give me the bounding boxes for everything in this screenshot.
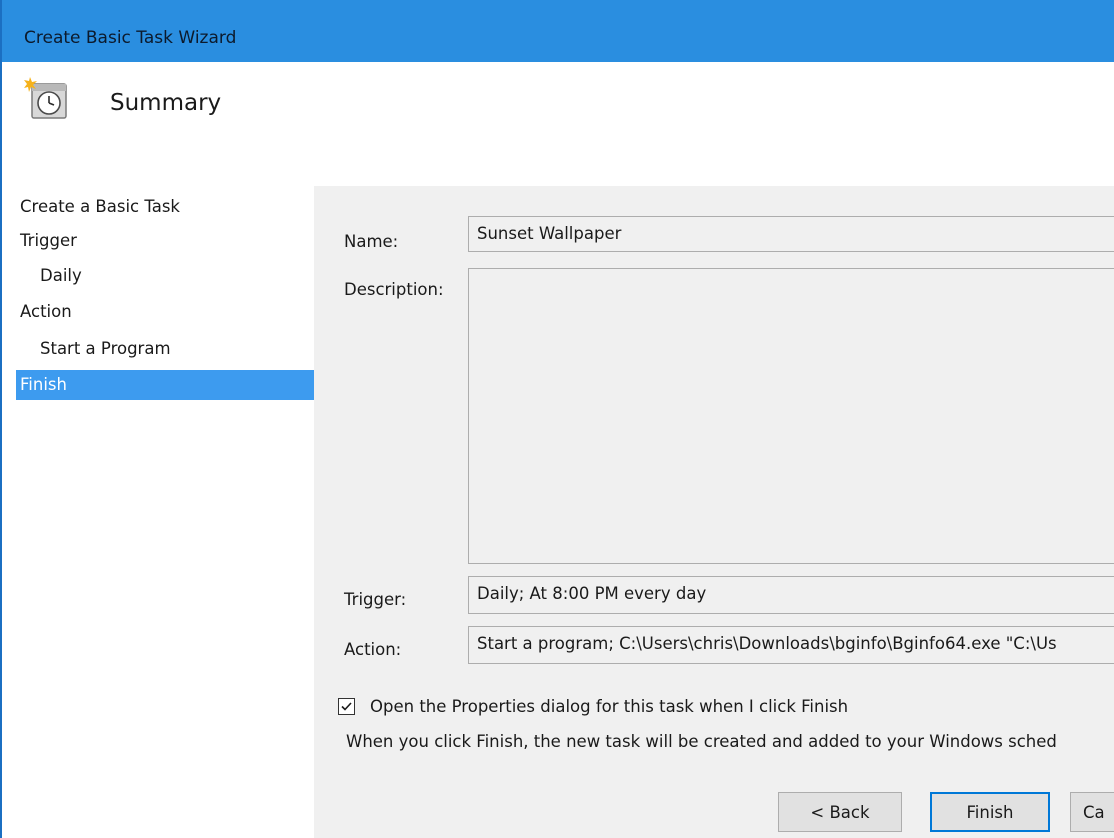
back-button[interactable]: < Back: [778, 792, 902, 832]
action-field[interactable]: Start a program; C:\Users\chris\Download…: [468, 626, 1114, 664]
page-title: Summary: [110, 90, 222, 116]
action-label: Action:: [344, 640, 402, 659]
step-label: Trigger: [20, 231, 77, 250]
step-label: Start a Program: [40, 339, 171, 358]
step-start-a-program[interactable]: Start a Program: [16, 334, 314, 364]
step-trigger[interactable]: Trigger: [16, 226, 314, 256]
finish-info-text: When you click Finish, the new task will…: [346, 732, 1057, 751]
trigger-label: Trigger:: [344, 590, 407, 609]
trigger-field[interactable]: Daily; At 8:00 PM every day: [468, 576, 1114, 614]
open-properties-checkbox[interactable]: [338, 698, 355, 715]
step-label: Create a Basic Task: [20, 197, 180, 216]
wizard-header: Summary: [2, 62, 1114, 186]
step-label: Action: [20, 302, 72, 321]
checkmark-icon: [341, 702, 352, 711]
step-label: Daily: [40, 266, 82, 285]
description-label: Description:: [344, 280, 444, 299]
window-title: Create Basic Task Wizard: [24, 28, 237, 48]
name-field[interactable]: Sunset Wallpaper: [468, 216, 1114, 252]
title-bar[interactable]: Create Basic Task Wizard: [2, 0, 1114, 62]
cancel-button[interactable]: Ca: [1070, 792, 1114, 832]
finish-button[interactable]: Finish: [930, 792, 1050, 832]
step-action[interactable]: Action: [16, 297, 314, 327]
wizard-window: Create Basic Task Wizard Summary Create …: [0, 0, 1114, 838]
open-properties-label: Open the Properties dialog for this task…: [370, 697, 849, 716]
description-field[interactable]: [468, 268, 1114, 564]
summary-panel: Name: Sunset Wallpaper Description: Trig…: [314, 186, 1114, 838]
name-label: Name:: [344, 232, 399, 251]
step-label: Finish: [20, 375, 67, 394]
wizard-steps-list: Create a Basic Task Trigger Daily Action…: [2, 186, 314, 838]
step-create-basic-task[interactable]: Create a Basic Task: [16, 192, 314, 222]
scheduled-task-clock-icon: [24, 76, 74, 124]
step-daily[interactable]: Daily: [16, 261, 314, 291]
step-finish[interactable]: Finish: [16, 370, 314, 400]
